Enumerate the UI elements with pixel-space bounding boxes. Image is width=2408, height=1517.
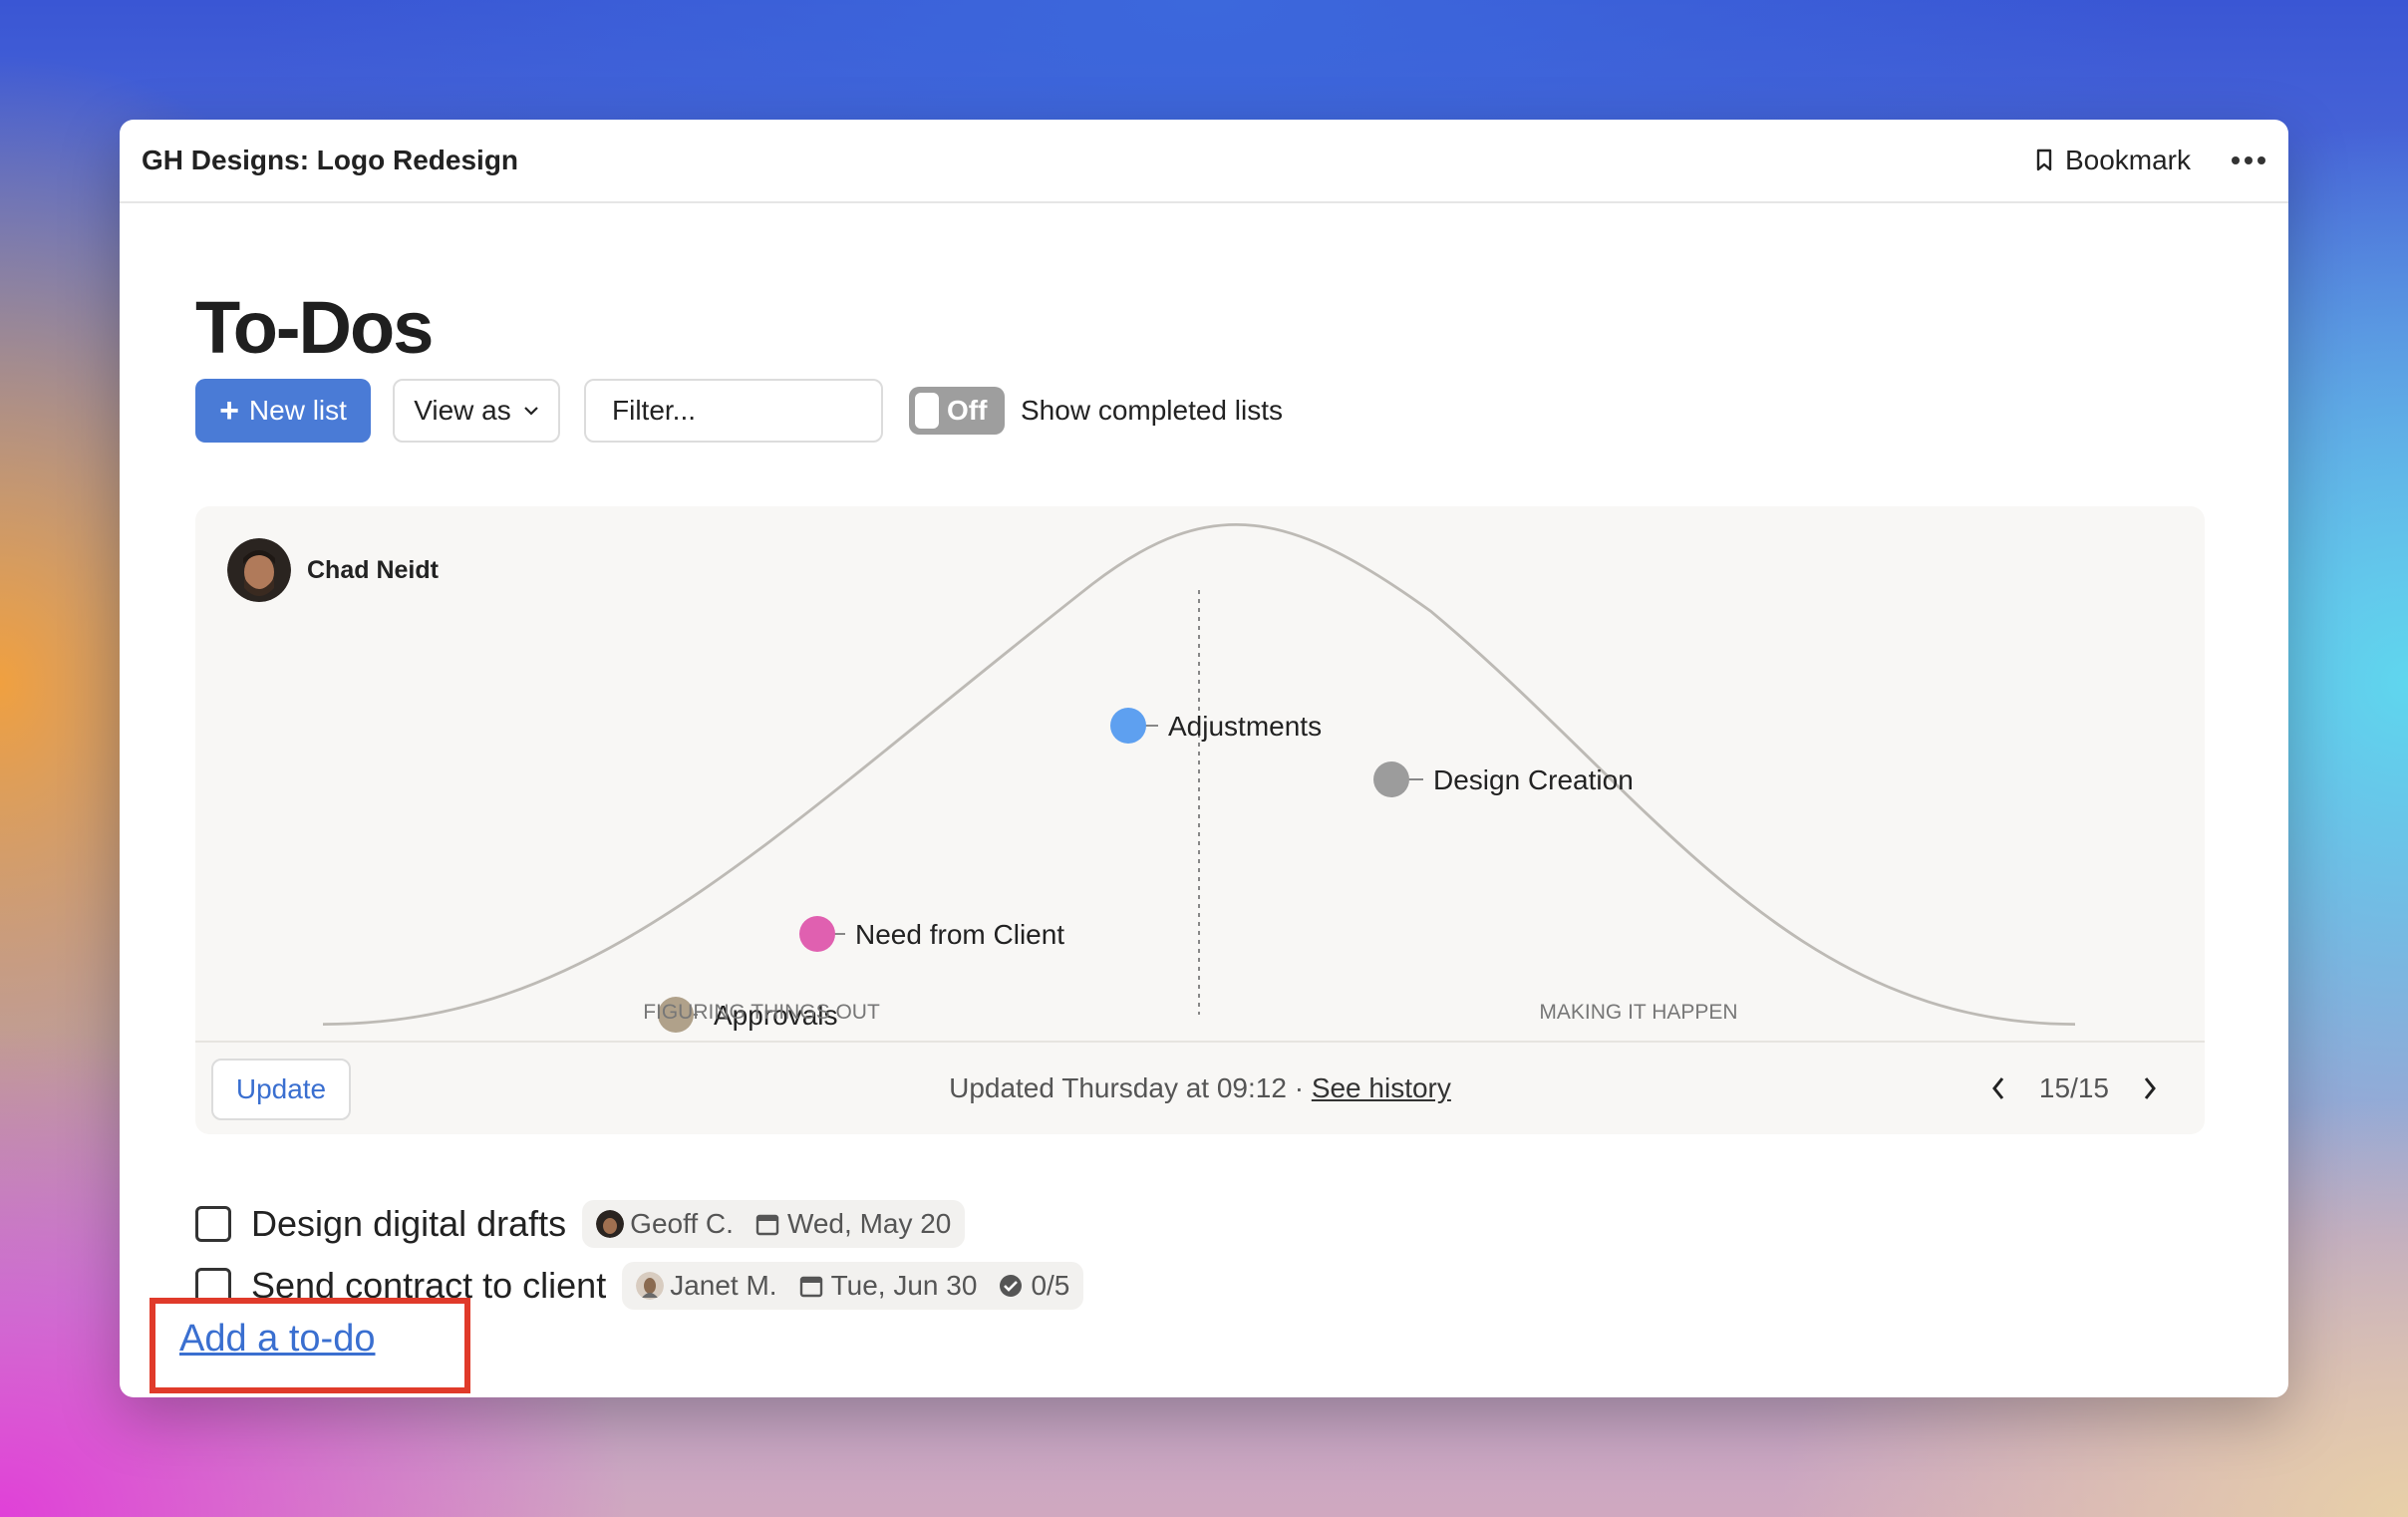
updated-status: Updated Thursday at 09:12 · See history	[195, 1043, 2205, 1134]
hill-label-need-from-client: Need from Client	[855, 919, 1064, 950]
calendar-icon	[799, 1274, 823, 1298]
updated-text: Updated Thursday at 09:12 ·	[949, 1072, 1312, 1103]
todo-due-date: Tue, Jun 30	[830, 1270, 978, 1301]
todo-meta: Janet M. Tue, Jun 30 0/5	[622, 1262, 1084, 1310]
toolbar: + New list View as Off Show completed li…	[195, 379, 1591, 443]
check-circle-icon	[999, 1274, 1023, 1298]
bookmark-label: Bookmark	[2064, 145, 2191, 175]
next-button[interactable]	[2131, 1076, 2169, 1100]
hill-label-adjustments: Adjustments	[1168, 711, 1322, 742]
todo-progress: 0/5	[1031, 1270, 1070, 1301]
hill-chart-footer: Update Updated Thursday at 09:12 · See h…	[195, 1041, 2205, 1134]
phase-label-making: MAKING IT HAPPEN	[1539, 1001, 1737, 1024]
hill-label-design-creation: Design Creation	[1433, 764, 1634, 795]
todo-assignee: Janet M.	[670, 1270, 777, 1301]
app-window: GH Designs: Logo Redesign Bookmark To-Do…	[120, 120, 2288, 1397]
show-completed-label: Show completed lists	[1021, 395, 1284, 426]
chevron-left-icon	[1992, 1077, 2004, 1099]
plus-icon: +	[219, 391, 239, 430]
page-title: To-Dos	[195, 286, 434, 369]
avatar	[636, 1272, 665, 1300]
add-todo-link[interactable]: Add a to-do	[179, 1318, 375, 1361]
show-completed-toggle[interactable]: Off	[909, 387, 1005, 435]
ellipsis-icon	[2232, 156, 2265, 164]
previous-button[interactable]	[1979, 1076, 2017, 1100]
update-button[interactable]: Update	[211, 1059, 351, 1120]
chevron-right-icon	[2144, 1077, 2156, 1099]
new-list-label: New list	[248, 395, 347, 426]
hill-dot-adjustments[interactable]: Adjustments	[1110, 708, 1322, 744]
see-history-link[interactable]: See history	[1312, 1072, 1451, 1103]
calendar-icon	[755, 1212, 779, 1236]
avatar	[596, 1210, 625, 1238]
add-todo-highlight: Add a to-do	[150, 1298, 470, 1393]
hill-chart: Approvals Need from Client Adjustments D…	[322, 522, 2076, 1033]
update-label: Update	[235, 1073, 327, 1104]
more-options-button[interactable]	[2231, 120, 2266, 201]
new-list-button[interactable]: + New list	[195, 379, 371, 443]
view-as-label: View as	[414, 395, 511, 426]
pager-count: 15/15	[2038, 1072, 2109, 1103]
todo-assignee: Geoff C.	[630, 1208, 734, 1239]
hill-pager: 15/15	[1979, 1043, 2169, 1134]
toggle-knob	[915, 393, 939, 429]
chevron-down-icon	[523, 407, 538, 416]
bookmark-icon	[2036, 149, 2052, 171]
todo-meta: Geoff C. Wed, May 20	[582, 1200, 966, 1248]
hill-dot-design-creation[interactable]: Design Creation	[1373, 761, 1634, 797]
view-as-dropdown[interactable]: View as	[393, 379, 560, 443]
todo-checkbox[interactable]	[195, 1206, 231, 1242]
todo-due-date: Wed, May 20	[786, 1208, 952, 1239]
phase-label-figuring: FIGURING THINGS OUT	[643, 1001, 880, 1024]
hill-chart-card: Chad Neidt Approvals Need from Client Ad…	[195, 506, 2205, 1134]
window-title: GH Designs: Logo Redesign	[142, 145, 519, 175]
list-item: Design digital drafts Geoff C. Wed, May …	[195, 1196, 966, 1252]
toggle-state-label: Off	[947, 395, 988, 426]
filter-input[interactable]	[584, 379, 883, 443]
todo-text[interactable]: Design digital drafts	[251, 1203, 566, 1245]
title-bar: GH Designs: Logo Redesign Bookmark	[120, 120, 2288, 203]
bookmark-button[interactable]: Bookmark	[2035, 120, 2191, 201]
hill-dot-need-from-client[interactable]: Need from Client	[799, 916, 1064, 952]
